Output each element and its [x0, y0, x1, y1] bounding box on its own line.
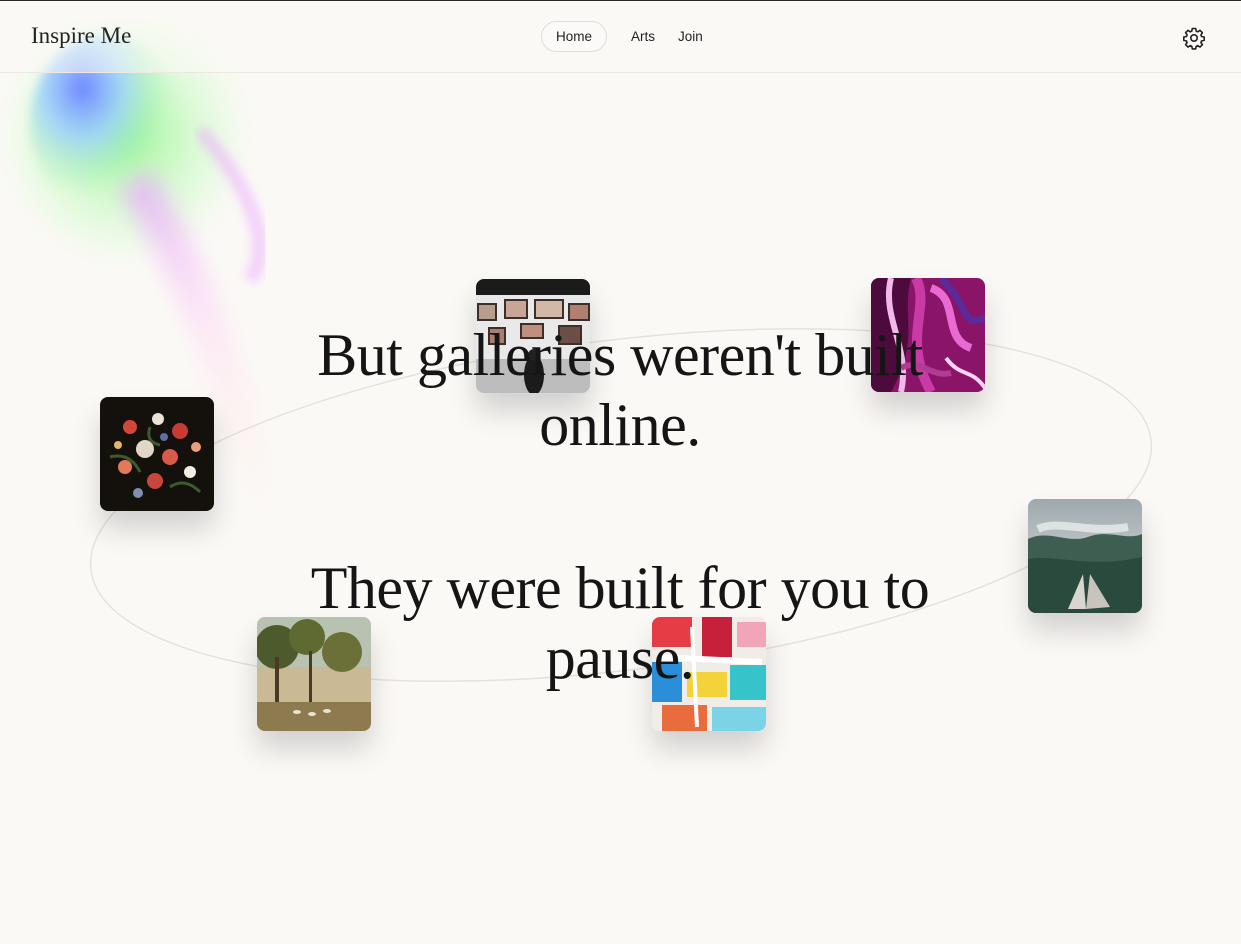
artwork-tile-flower-still-life[interactable] — [100, 397, 214, 511]
artwork-tile-misty-forest-book[interactable] — [1028, 499, 1142, 613]
main-nav: Home Arts Join — [541, 21, 703, 52]
flower-still-life-image — [100, 397, 214, 511]
nav-join-link[interactable]: Join — [678, 29, 703, 44]
hero-line-1: But galleries weren't built online. — [317, 322, 923, 458]
site-logo[interactable]: Inspire Me — [31, 23, 131, 49]
nav-home-link[interactable]: Home — [541, 21, 608, 52]
top-navigation-bar: Inspire Me Home Arts Join — [0, 1, 1241, 73]
hero-line-2: They were built for you to pause. — [310, 555, 930, 691]
gear-icon[interactable] — [1182, 26, 1206, 50]
nav-arts-link[interactable]: Arts — [631, 29, 655, 44]
misty-forest-book-image — [1028, 499, 1142, 613]
